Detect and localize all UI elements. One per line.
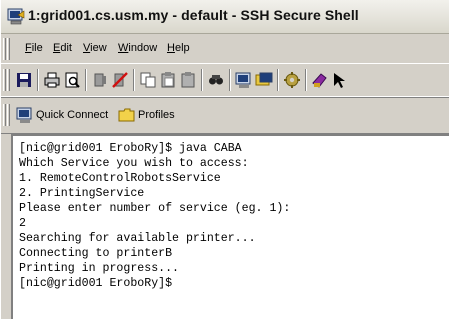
profile-bar: Quick Connect Profiles [1, 98, 449, 134]
print-icon[interactable] [43, 71, 61, 89]
terminal-prompt-line: [nic@grid001 EroboRy]$ [19, 277, 173, 290]
menubar-grip-2[interactable] [7, 38, 10, 60]
save-icon[interactable] [15, 71, 33, 89]
quick-connect-icon [16, 107, 32, 123]
toolbar [1, 64, 449, 97]
toolbar-separator [85, 69, 87, 91]
profilebar-grip[interactable] [3, 104, 6, 126]
toolbar-separator [305, 69, 307, 91]
menu-edit[interactable]: Edit [53, 42, 72, 54]
terminal-line: [nic@grid001 EroboRy]$ java CABA [19, 142, 242, 155]
terminal-line: Please enter number of service (eg. 1): [19, 202, 291, 215]
settings-icon[interactable] [283, 71, 301, 89]
toolbar-separator [37, 69, 39, 91]
disconnect-icon[interactable] [91, 71, 109, 89]
file-transfer-icon[interactable] [311, 71, 329, 89]
profiles-button[interactable]: Profiles [118, 106, 190, 124]
toolbar-separator [201, 69, 203, 91]
quick-connect-button[interactable]: Quick Connect [16, 106, 111, 124]
terminal-line: 1. RemoteControlRobotsService [19, 172, 221, 185]
terminal-line: 2. PrintingService [19, 187, 145, 200]
ssh-app-icon [7, 8, 25, 25]
find-icon[interactable] [207, 71, 225, 89]
title-bar[interactable]: 1:grid001.cs.usm.my - default - SSH Secu… [1, 0, 449, 34]
toolbar-separator [133, 69, 135, 91]
profiles-icon[interactable] [255, 71, 273, 89]
toolbar-separator [277, 69, 279, 91]
terminal-line: 2 [19, 217, 26, 230]
quick-connect-icon[interactable] [235, 71, 253, 89]
copy-icon[interactable] [139, 71, 157, 89]
terminal-output[interactable]: [nic@grid001 EroboRy]$ java CABA Which S… [11, 134, 449, 319]
paste-icon[interactable] [159, 71, 177, 89]
disconnect-red-icon[interactable] [111, 71, 129, 89]
menu-help[interactable]: Help [167, 42, 190, 54]
print-preview-icon[interactable] [63, 71, 81, 89]
menubar-grip[interactable] [3, 38, 6, 60]
window-title: 1:grid001.cs.usm.my - default - SSH Secu… [28, 7, 359, 23]
menu-window[interactable]: Window [118, 42, 157, 54]
ssh-window: 1:grid001.cs.usm.my - default - SSH Secu… [0, 0, 449, 319]
quick-connect-label: Quick Connect [36, 109, 109, 121]
toolbar-grip-2[interactable] [7, 69, 10, 91]
menu-view[interactable]: View [83, 42, 107, 54]
cursor-icon[interactable] [331, 71, 349, 89]
menu-bar: File Edit View Window Help [1, 35, 449, 64]
terminal-line: Connecting to printerB [19, 247, 173, 260]
folder-icon [118, 108, 135, 122]
terminal-line: Searching for available printer... [19, 232, 256, 245]
profiles-label: Profiles [138, 109, 175, 121]
menu-file[interactable]: File [25, 42, 43, 54]
terminal-line: Which Service you wish to access: [19, 157, 249, 170]
toolbar-grip[interactable] [3, 69, 6, 91]
paste-alt-icon[interactable] [179, 71, 197, 89]
toolbar-separator [229, 69, 231, 91]
terminal-line: Printing in progress... [19, 262, 180, 275]
profilebar-grip-2[interactable] [7, 104, 10, 126]
